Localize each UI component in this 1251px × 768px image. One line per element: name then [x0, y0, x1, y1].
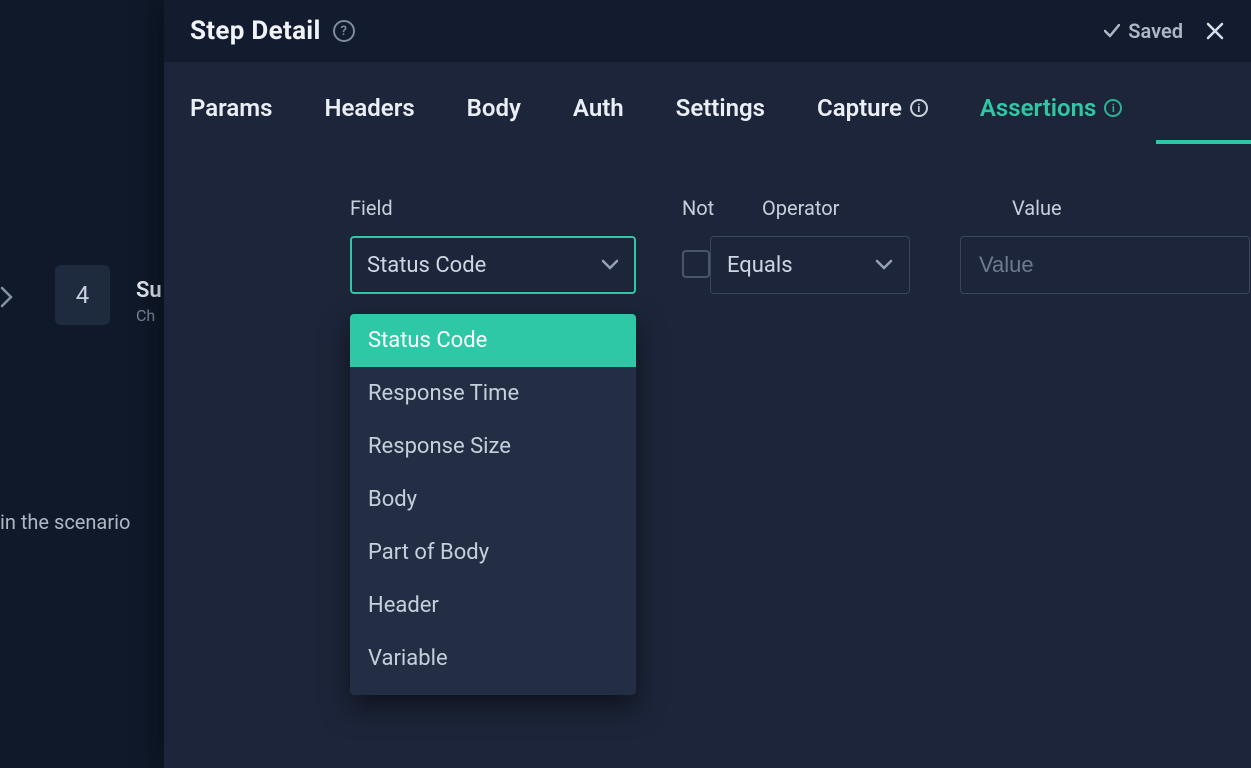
chevron-right-icon — [0, 286, 14, 308]
saved-indicator: Saved — [1104, 19, 1183, 43]
field-option-body[interactable]: Body — [350, 473, 636, 526]
assertion-row: Field Not Operator Value Status Code Sta… — [350, 196, 1225, 294]
step-detail-panel: Step Detail ? Saved Params Headers Body … — [164, 0, 1251, 768]
not-label: Not — [682, 196, 762, 220]
info-icon: i — [910, 99, 928, 117]
operator-select-value: Equals — [727, 253, 793, 278]
field-option-status-code[interactable]: Status Code — [350, 314, 636, 367]
tab-label: Auth — [573, 94, 624, 122]
field-select-value: Status Code — [367, 253, 486, 278]
operator-label: Operator — [762, 196, 1012, 220]
field-option-part-of-body[interactable]: Part of Body — [350, 526, 636, 579]
tab-body[interactable]: Body — [467, 94, 521, 140]
panel-title: Step Detail — [190, 16, 321, 46]
field-option-response-time[interactable]: Response Time — [350, 367, 636, 420]
saved-label: Saved — [1128, 19, 1183, 43]
field-option-header[interactable]: Header — [350, 579, 636, 632]
field-option-response-size[interactable]: Response Size — [350, 420, 636, 473]
field-option-variable[interactable]: Variable — [350, 632, 636, 685]
scenario-text: in the scenario — [0, 510, 130, 534]
field-label: Field — [350, 196, 682, 220]
close-icon[interactable] — [1205, 21, 1225, 41]
tab-label: Headers — [324, 94, 414, 122]
tab-label: Settings — [676, 94, 765, 122]
check-icon — [1104, 24, 1120, 38]
step-subtitle: Ch — [136, 306, 155, 325]
tab-settings[interactable]: Settings — [676, 94, 765, 140]
tab-assertions[interactable]: Assertions i — [980, 94, 1122, 140]
chevron-down-icon — [601, 259, 619, 271]
value-input[interactable] — [960, 236, 1250, 294]
tab-bar: Params Headers Body Auth Settings Captur… — [164, 62, 1251, 140]
help-icon[interactable]: ? — [333, 20, 355, 42]
value-label: Value — [1012, 196, 1062, 220]
active-tab-underline — [1156, 140, 1251, 144]
tab-label: Params — [190, 94, 272, 122]
tab-params[interactable]: Params — [190, 94, 272, 140]
tab-label: Capture — [817, 94, 902, 122]
chevron-down-icon — [875, 259, 893, 271]
step-title: Su — [136, 278, 162, 303]
operator-select[interactable]: Equals — [710, 236, 910, 294]
tab-label: Body — [467, 94, 521, 122]
tab-capture[interactable]: Capture i — [817, 94, 928, 140]
not-checkbox[interactable] — [682, 250, 710, 278]
tab-label: Assertions — [980, 94, 1096, 122]
tab-headers[interactable]: Headers — [324, 94, 414, 140]
info-icon: i — [1104, 99, 1122, 117]
step-number-badge: 4 — [55, 265, 110, 325]
tab-auth[interactable]: Auth — [573, 94, 624, 140]
panel-header: Step Detail ? Saved — [164, 0, 1251, 62]
field-select[interactable]: Status Code — [350, 236, 636, 294]
field-dropdown: Status Code Response Time Response Size … — [350, 314, 636, 695]
